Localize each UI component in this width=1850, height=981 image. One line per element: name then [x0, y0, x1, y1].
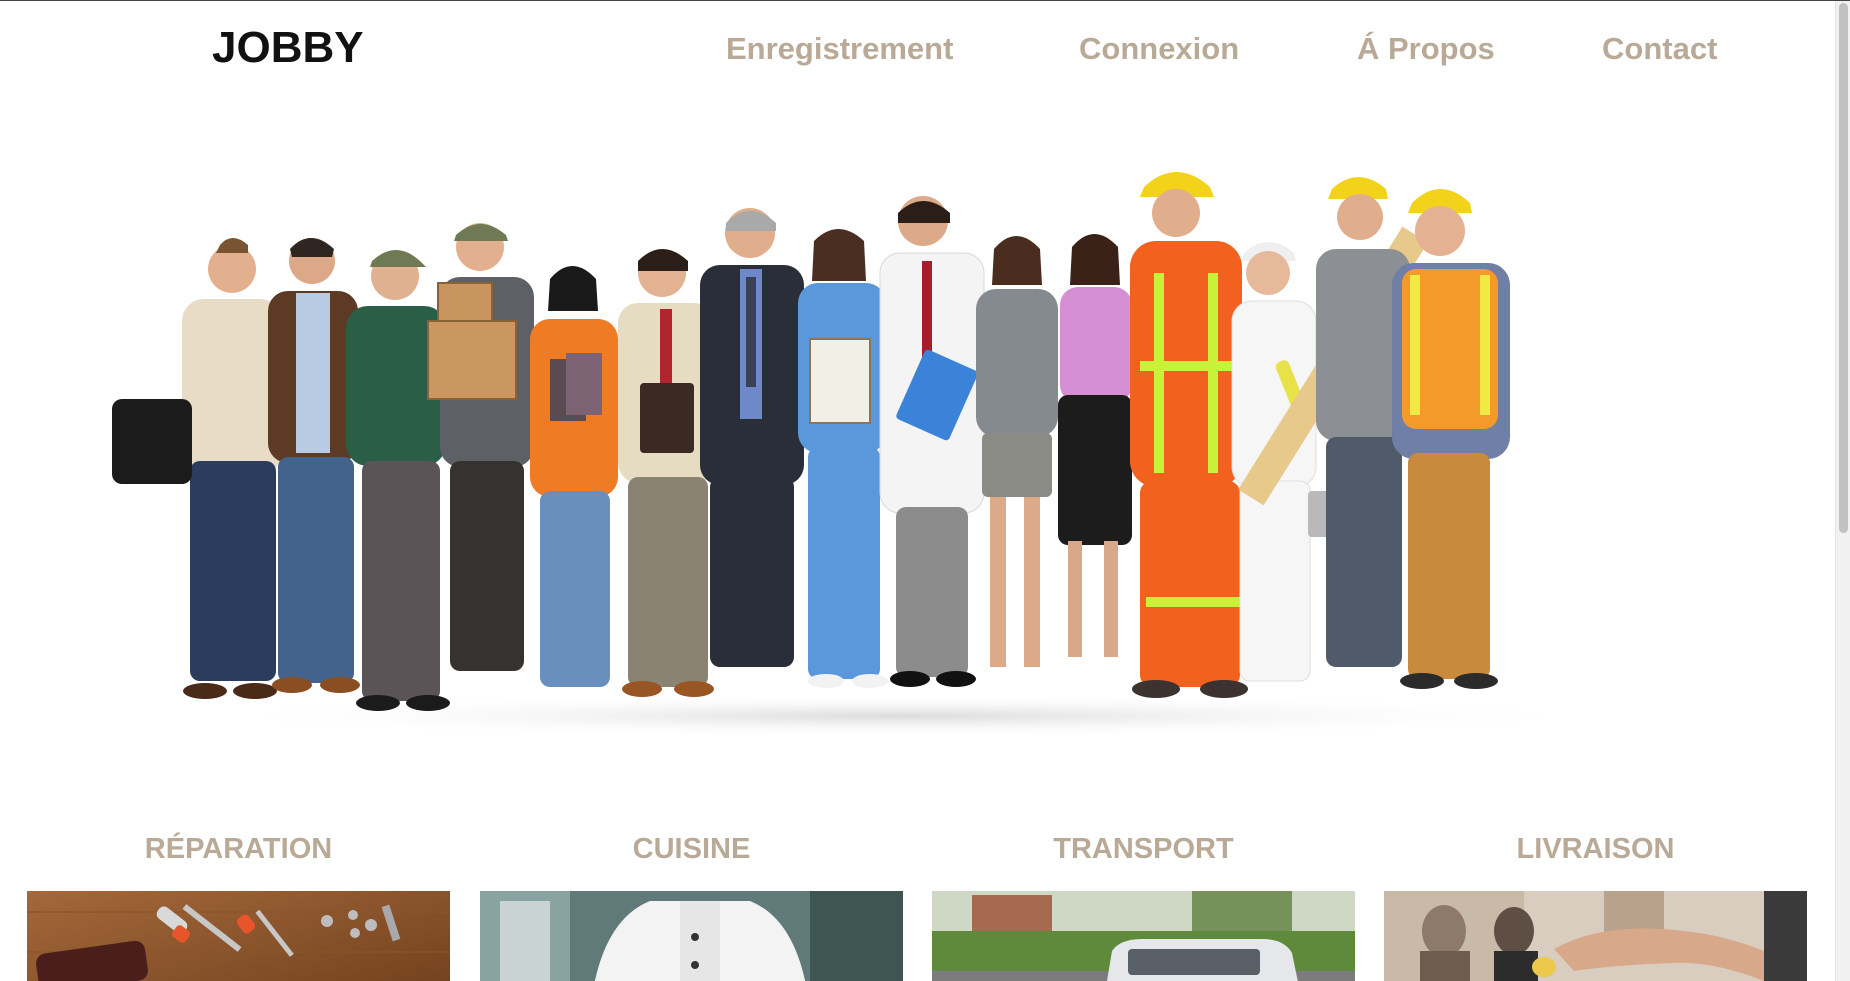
site-logo[interactable]: JOBBY [212, 23, 364, 73]
worker-figure [879, 196, 985, 687]
category-title[interactable]: TRANSPORT [932, 833, 1355, 866]
chef-image[interactable] [480, 891, 903, 981]
worker-figure [700, 208, 804, 667]
category-transport[interactable]: TRANSPORT [932, 833, 1355, 981]
page: JOBBY Enregistrement Connexion Á Propos … [0, 0, 1850, 981]
category-title[interactable]: LIVRAISON [1384, 833, 1807, 866]
worker-figure [618, 249, 714, 697]
nav-link-a-propos[interactable]: Á Propos [1357, 31, 1495, 67]
worker-figure [530, 266, 618, 687]
hero-image [110, 161, 1690, 741]
van-image[interactable] [932, 891, 1355, 981]
worker-figure [1058, 234, 1132, 657]
worker-figure [798, 229, 888, 688]
vertical-scrollbar[interactable] [1835, 1, 1850, 981]
nav-link-enregistrement[interactable]: Enregistrement [726, 31, 953, 67]
site-header: JOBBY Enregistrement Connexion Á Propos … [0, 1, 1835, 101]
group-of-workers-image [112, 172, 1620, 738]
category-title[interactable]: RÉPARATION [27, 833, 450, 866]
delivery-image[interactable] [1384, 891, 1807, 981]
worker-figure [976, 236, 1058, 667]
worker-figure [346, 250, 450, 711]
category-cuisine[interactable]: CUISINE [480, 833, 903, 981]
worker-figure [1392, 189, 1510, 689]
scrollbar-thumb[interactable] [1839, 3, 1848, 533]
tools-image[interactable] [27, 891, 450, 981]
nav-link-contact[interactable]: Contact [1602, 31, 1717, 67]
worker-figure [1130, 172, 1248, 698]
worker-figure [427, 223, 534, 671]
category-reparation[interactable]: RÉPARATION [27, 833, 450, 981]
worker-figure [268, 238, 360, 693]
category-title[interactable]: CUISINE [480, 833, 903, 866]
category-livraison[interactable]: LIVRAISON [1384, 833, 1807, 981]
nav-link-connexion[interactable]: Connexion [1079, 31, 1239, 67]
worker-figure [112, 238, 282, 699]
